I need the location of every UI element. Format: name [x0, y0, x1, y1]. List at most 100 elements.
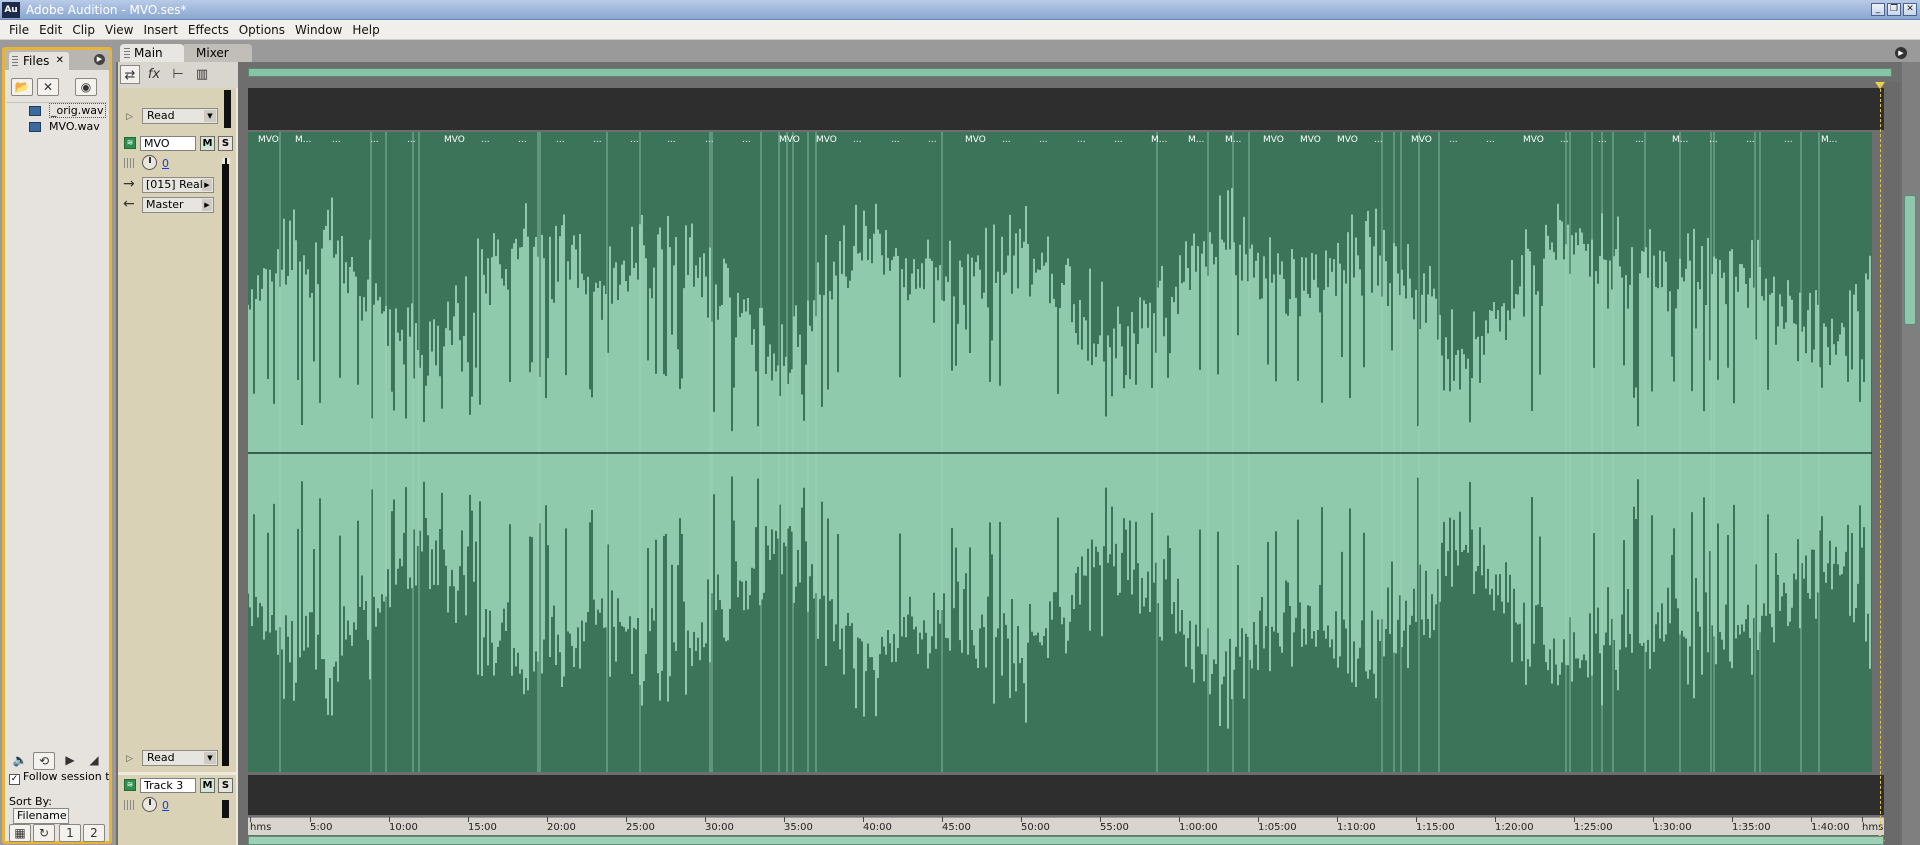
clip-label[interactable]: MVO [816, 134, 837, 146]
vertical-scroll-thumb[interactable] [1904, 195, 1916, 325]
menu-help[interactable]: Help [347, 23, 384, 37]
clip-label[interactable]: M... [1821, 134, 1837, 146]
list-item[interactable]: MVO.wav [7, 119, 107, 135]
eq-icon[interactable]: ▥ [192, 65, 212, 84]
close-file-button[interactable]: ✕ [37, 78, 59, 96]
clip-label[interactable]: ... [1002, 134, 1011, 146]
clip-label[interactable]: M... [1225, 134, 1241, 146]
clip-label[interactable]: ... [891, 134, 900, 146]
grip-icon[interactable] [124, 48, 130, 58]
clip-label[interactable]: ... [928, 134, 937, 146]
waveform-display[interactable] [248, 132, 1872, 772]
clip-label[interactable]: ... [556, 134, 565, 146]
minimize-button[interactable]: _ [1871, 3, 1885, 16]
clip-label[interactable]: ... [332, 134, 341, 146]
clip-label[interactable]: MVO [444, 134, 465, 146]
clip-label[interactable]: MVO [1263, 134, 1284, 146]
clip-label[interactable]: ... [1449, 134, 1458, 146]
clip-label[interactable]: MVO [1523, 134, 1544, 146]
solo-button[interactable]: S [218, 136, 233, 151]
session-overview-bar[interactable] [248, 68, 1892, 77]
output-select[interactable]: Master ▶ [142, 197, 214, 213]
clip-label[interactable]: ... [518, 134, 527, 146]
dropdown-icon[interactable]: ▶ [202, 179, 212, 191]
tab-mixer[interactable]: Mixer [182, 44, 252, 62]
menu-effects[interactable]: Effects [183, 23, 234, 37]
clip-label[interactable]: MVO [1300, 134, 1321, 146]
inputs-outputs-icon[interactable]: ⇄ [120, 65, 140, 84]
expand-triangle-icon[interactable]: ▷ [126, 754, 133, 764]
timeline-ruler[interactable]: hms 5:00 10:00 15:00 20:00 25:00 30:00 35:00 40:… [248, 817, 1884, 835]
clip-label[interactable]: MVO [1337, 134, 1358, 146]
refresh-button[interactable]: ↻ [33, 824, 55, 842]
menu-options[interactable]: Options [234, 23, 290, 37]
grip-icon[interactable] [12, 56, 18, 66]
clip-label[interactable]: M... [1672, 134, 1688, 146]
sort-select[interactable]: Filename [13, 808, 69, 824]
clip-label[interactable]: ... [1486, 134, 1495, 146]
volume-value[interactable]: 0 [162, 157, 169, 170]
automation-mode-select[interactable]: Read ▼ [142, 108, 218, 124]
mute-button[interactable]: M [200, 778, 215, 793]
tab-files[interactable]: Files ✕ [9, 52, 69, 70]
menu-insert[interactable]: Insert [139, 23, 183, 37]
mvo-track-lane[interactable]: MVO M............ MVO.....................… [248, 132, 1872, 772]
volume-ramp-icon[interactable]: ◢ [83, 752, 105, 770]
clip-label[interactable]: MVO [258, 134, 279, 146]
clip-label[interactable]: ... [1077, 134, 1086, 146]
clip-label[interactable]: MVO [779, 134, 800, 146]
menu-view[interactable]: View [100, 23, 138, 37]
volume-value[interactable]: 0 [162, 799, 169, 812]
clip-label[interactable]: ... [1560, 134, 1569, 146]
clip-label[interactable]: ... [370, 134, 379, 146]
list-item[interactable]: _orig.wav [7, 103, 107, 119]
clip-label[interactable]: M... [1188, 134, 1204, 146]
clip-label[interactable]: ... [593, 134, 602, 146]
tab-main[interactable]: Main [120, 44, 184, 62]
dropdown-icon[interactable]: ▶ [202, 199, 212, 211]
vertical-scrollbar[interactable] [1902, 62, 1920, 845]
clip-label[interactable]: ... [1709, 134, 1718, 146]
filter-one-button[interactable]: 1 [59, 824, 81, 842]
clip-label[interactable]: MVO [965, 134, 986, 146]
clip-label[interactable]: ... [1635, 134, 1644, 146]
panel-menu-icon[interactable]: ▶ [1895, 47, 1907, 59]
effects-icon[interactable]: fx [144, 65, 164, 84]
sends-icon[interactable]: ⊢ [168, 65, 188, 84]
clip-label[interactable]: ... [407, 134, 416, 146]
horizontal-scrollbar[interactable] [248, 836, 1884, 845]
menu-edit[interactable]: Edit [34, 23, 67, 37]
menu-file[interactable]: File [4, 23, 34, 37]
clip-label[interactable]: ... [1374, 134, 1383, 146]
speaker-icon[interactable]: 🔈 [9, 752, 31, 770]
clip-label[interactable]: ... [705, 134, 714, 146]
clip-label[interactable]: ... [667, 134, 676, 146]
automation-mode-select[interactable]: Read ▼ [142, 750, 218, 766]
menu-clip[interactable]: Clip [67, 23, 100, 37]
follow-session-option[interactable]: ✓Follow session tem [9, 770, 109, 785]
clip-label[interactable]: ... [853, 134, 862, 146]
clip-label[interactable]: ... [1746, 134, 1755, 146]
track-3-lane[interactable] [248, 775, 1884, 815]
view-options-button[interactable]: ◉ [75, 78, 97, 96]
clip-label[interactable]: ... [630, 134, 639, 146]
solo-button[interactable]: S [218, 778, 233, 793]
clip-label[interactable]: ... [1784, 134, 1793, 146]
loop-button[interactable]: ⟲ [33, 752, 55, 770]
dropdown-icon[interactable]: ▼ [204, 752, 216, 764]
master-track-lane[interactable] [248, 88, 1884, 130]
restore-button[interactable]: ❐ [1887, 3, 1901, 16]
play-icon[interactable]: ▶ [59, 752, 81, 770]
clip-label[interactable]: ... [1039, 134, 1048, 146]
filter-two-button[interactable]: 2 [83, 824, 105, 842]
close-icon[interactable]: ✕ [56, 52, 64, 70]
clip-label[interactable]: M... [295, 134, 311, 146]
volume-knob[interactable] [142, 155, 157, 170]
clip-label[interactable]: ... [1598, 134, 1607, 146]
clip-label[interactable]: ... [742, 134, 751, 146]
dropdown-icon[interactable]: ▼ [204, 110, 216, 122]
clip-label[interactable]: ... [481, 134, 490, 146]
track-name-field[interactable]: Track 3 [140, 778, 196, 793]
expand-triangle-icon[interactable]: ▷ [126, 112, 133, 122]
menu-window[interactable]: Window [290, 23, 347, 37]
